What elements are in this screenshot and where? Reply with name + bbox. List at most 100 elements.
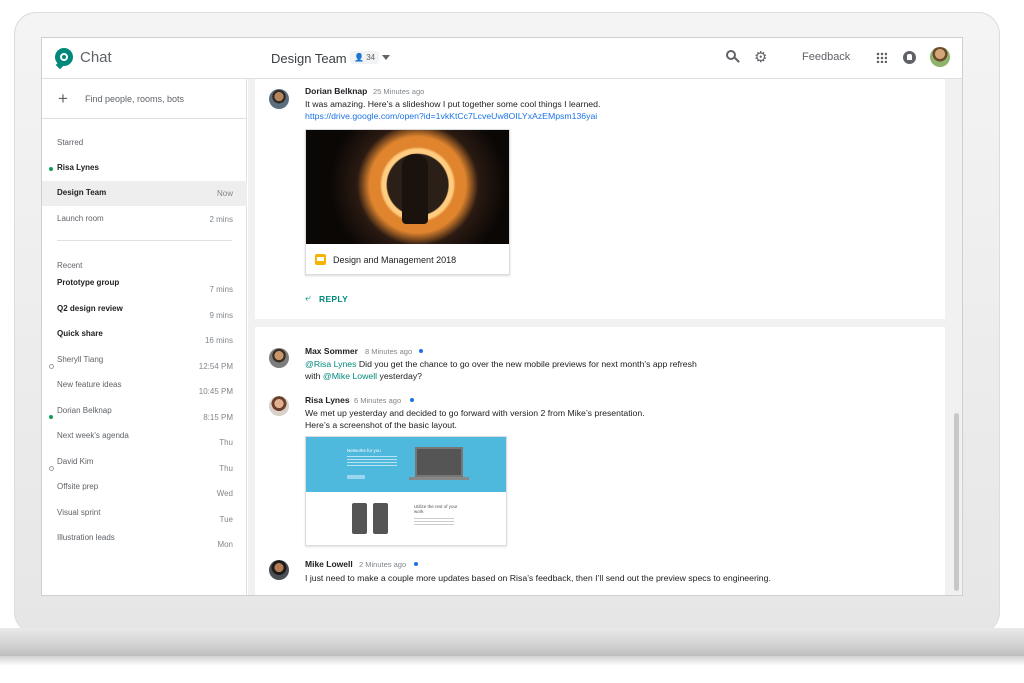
sidebar-item-label: Visual sprint [57, 508, 101, 517]
find-bar[interactable]: + Find people, rooms, bots [42, 79, 247, 119]
sidebar-item-time: 16 mins [204, 336, 233, 345]
message-time: 25 Minutes ago [373, 87, 425, 96]
sidebar-item-label: New feature ideas [57, 380, 122, 389]
message-text: @Risa Lynes Did you get the chance to go… [305, 358, 697, 370]
sidebar-item-dorian-belknap[interactable]: Dorian Belknap 8:15 PM [42, 399, 247, 424]
sidebar-item-quick-share[interactable]: Quick share 16 mins [42, 322, 247, 347]
message-text-part: Did you get the chance to go over the ne… [356, 359, 697, 369]
message-author[interactable]: Risa Lynes [305, 395, 350, 405]
online-status-icon [414, 562, 418, 566]
reply-arrow-icon[interactable]: ⤶ [305, 293, 311, 304]
sidebar-item-label: Launch room [57, 214, 104, 223]
thread-card: Dorian Belknap 25 Minutes ago It was ama… [255, 79, 945, 319]
conversation-area: Dorian Belknap 25 Minutes ago It was ama… [248, 79, 962, 595]
photo-figure [402, 154, 428, 224]
screenshot-text-lines [347, 456, 397, 466]
search-icon[interactable] [726, 50, 740, 64]
sidebar-item-time: 7 mins [209, 285, 233, 294]
notifications-icon[interactable] [903, 51, 916, 64]
sidebar-item-time: Mon [217, 540, 233, 549]
message-text: with @Mike Lowell yesterday? [305, 370, 422, 382]
sidebar-item-illustration-leads[interactable]: Illustration leads Mon [42, 526, 247, 551]
screenshot-button [347, 475, 365, 479]
sidebar-item-label: Illustration leads [57, 533, 115, 542]
screenshot-hero: Networks for you [306, 437, 506, 492]
avatar[interactable] [269, 560, 289, 580]
gear-icon[interactable]: ⚙ [754, 48, 767, 66]
find-input[interactable]: Find people, rooms, bots [85, 94, 184, 104]
sidebar-item-david-kim[interactable]: David Kim Thu [42, 450, 247, 475]
sidebar-item-time: 9 mins [209, 311, 233, 320]
sidebar-item-q2-design-review[interactable]: Q2 design review 9 mins [42, 297, 247, 322]
room-title[interactable]: Design Team [271, 51, 347, 66]
divider [57, 240, 232, 241]
reply-button[interactable]: REPLY [319, 294, 348, 304]
sidebar-item-label: Q2 design review [57, 304, 123, 313]
message-author[interactable]: Dorian Belknap [305, 86, 367, 96]
sidebar-item-launch-room[interactable]: Launch room 2 mins [42, 207, 247, 232]
online-status-icon [419, 349, 423, 353]
attachment-card[interactable]: Design and Management 2018 [305, 129, 510, 275]
avatar[interactable] [269, 396, 289, 416]
message-text: Here’s a screenshot of the basic layout. [305, 420, 457, 430]
sidebar-item-sheryll-tiang[interactable]: Sheryll Tiang 12:54 PM [42, 348, 247, 373]
avatar[interactable] [269, 348, 289, 368]
sidebar-item-time: 2 mins [209, 215, 233, 224]
message-text: It was amazing. Here’s a slideshow I put… [305, 99, 601, 109]
sidebar-item-label: David Kim [57, 457, 94, 466]
account-avatar[interactable] [930, 47, 950, 67]
sidebar-item-label: Sheryll Tiang [57, 355, 104, 364]
screenshot-attachment[interactable]: Networks for you Utilize the rest of you… [305, 436, 507, 546]
attachment-image [306, 130, 509, 244]
online-status-icon [49, 167, 53, 171]
sidebar-item-visual-sprint[interactable]: Visual sprint Tue [42, 501, 247, 526]
plus-icon[interactable]: + [58, 89, 68, 109]
feedback-button[interactable]: Feedback [802, 51, 850, 63]
sidebar-item-new-feature-ideas[interactable]: New feature ideas 10:45 PM [42, 373, 247, 398]
sidebar-item-design-team[interactable]: Design Team Now [42, 181, 247, 206]
online-status-icon [49, 415, 53, 419]
thread-card: Max Sommer 8 Minutes ago @Risa Lynes Did… [255, 327, 945, 595]
screenshot-title: Networks for you [347, 448, 381, 453]
apps-grid-icon[interactable] [876, 52, 887, 63]
sidebar-item-label: Design Team [57, 188, 107, 197]
sidebar-item-offsite-prep[interactable]: Offsite prep Wed [42, 475, 247, 500]
member-count-badge[interactable]: 👤 34 [350, 51, 380, 64]
screenshot-subtitle: Utilize the rest of your work [414, 504, 458, 514]
drive-link[interactable]: https://drive.google.com/open?id=1vkKtCc… [305, 110, 597, 122]
chat-logo-icon[interactable] [55, 48, 73, 66]
app-title[interactable]: Chat [80, 49, 112, 66]
message-text-part: yesterday? [377, 371, 423, 381]
mention-mike-lowell[interactable]: @Mike Lowell [323, 371, 377, 381]
laptop-base [0, 628, 1024, 656]
sidebar-item-risa-lynes[interactable]: Risa Lynes [42, 156, 247, 181]
offline-status-icon [49, 364, 54, 369]
sidebar-item-time: Now [216, 189, 233, 198]
sidebar-item-next-weeks-agenda[interactable]: Next week's agenda Thu [42, 424, 247, 449]
avatar[interactable] [269, 89, 289, 109]
sidebar: + Find people, rooms, bots Starred Risa … [42, 79, 247, 595]
screenshot-text-lines [414, 518, 454, 527]
person-icon: 👤 [354, 53, 364, 62]
message-text: I just need to make a couple more update… [305, 573, 771, 583]
phone-illustration [373, 503, 388, 534]
sidebar-item-time: Wed [216, 489, 233, 498]
message-text: We met up yesterday and decided to go fo… [305, 408, 645, 418]
sidebar-item-label: Offsite prep [57, 482, 99, 491]
chevron-down-icon[interactable] [382, 55, 390, 60]
message-author[interactable]: Max Sommer [305, 346, 358, 356]
message-text-part: with [305, 371, 323, 381]
mention-risa-lynes[interactable]: @Risa Lynes [305, 359, 356, 369]
recent-section-label: Recent [57, 261, 83, 270]
sidebar-item-prototype-group[interactable]: Prototype group 7 mins [42, 271, 247, 296]
scrollbar[interactable] [954, 413, 959, 591]
message-author[interactable]: Mike Lowell [305, 559, 353, 569]
sidebar-item-label: Risa Lynes [57, 163, 99, 172]
slides-icon [315, 254, 326, 265]
message-time: 6 Minutes ago [354, 396, 402, 405]
message-time: 8 Minutes ago [365, 347, 413, 356]
phone-illustration [352, 503, 367, 534]
top-bar: Chat Design Team 👤 34 ⚙ Feedback [42, 38, 962, 79]
offline-status-icon [49, 466, 54, 471]
sidebar-item-label: Next week's agenda [57, 431, 129, 440]
